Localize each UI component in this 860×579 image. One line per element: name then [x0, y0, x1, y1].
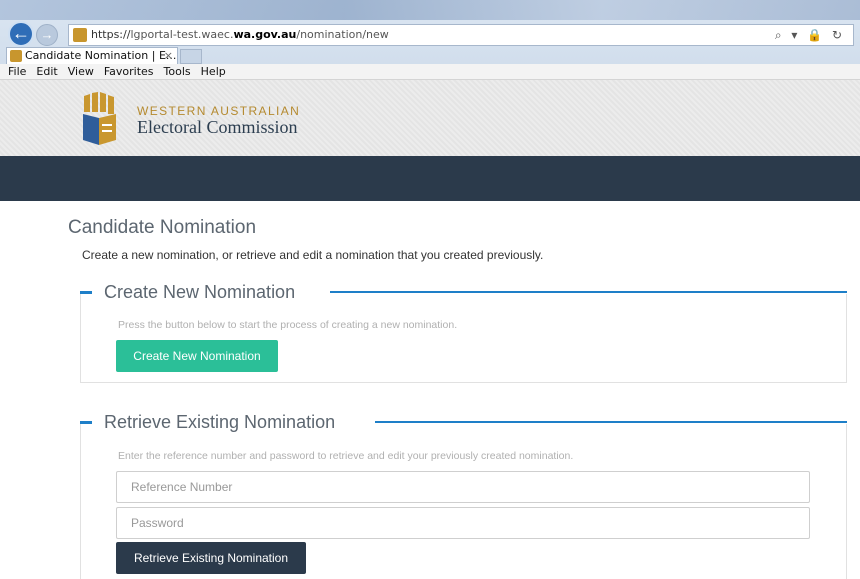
create-help-text: Press the button below to start the proc…: [118, 319, 458, 331]
menu-view[interactable]: View: [63, 64, 99, 79]
menu-file[interactable]: File: [0, 64, 31, 79]
password-input[interactable]: Password: [116, 507, 810, 539]
close-tab-icon[interactable]: ×: [164, 48, 173, 64]
address-bar[interactable]: https://lgportal-test.waec.wa.gov.au/nom…: [68, 24, 854, 46]
menu-favorites[interactable]: Favorites: [99, 64, 159, 79]
tab-favicon-icon: [10, 50, 22, 62]
window-title-bar: [0, 0, 860, 20]
retrieve-section-title: Retrieve Existing Nomination: [104, 412, 346, 432]
legend-dash: [80, 291, 92, 294]
legend-dash: [80, 421, 92, 424]
back-arrow-icon[interactable]: ←: [8, 21, 34, 47]
waec-logo-icon[interactable]: [80, 90, 118, 146]
url-host-prefix: lgportal-test.waec.: [130, 28, 234, 41]
create-section-title: Create New Nomination: [104, 282, 306, 302]
retrieve-existing-nomination-button[interactable]: Retrieve Existing Nomination: [116, 542, 306, 574]
brand-line-1: WESTERN AUSTRALIAN: [137, 104, 301, 118]
retrieve-section-legend: Retrieve Existing Nomination: [80, 412, 847, 432]
menu-help[interactable]: Help: [196, 64, 231, 79]
site-navigation-bar: [0, 156, 860, 201]
browser-tab[interactable]: Candidate Nomination | E... ×: [6, 47, 178, 64]
legend-rule: [330, 291, 847, 293]
menu-tools[interactable]: Tools: [159, 64, 196, 79]
legend-rule: [375, 421, 847, 423]
tab-strip: Candidate Nomination | E... ×: [0, 47, 860, 64]
address-bar-icons[interactable]: ⌕ ▾ 🔒 ↻: [775, 25, 845, 45]
new-tab-button[interactable]: [180, 49, 202, 64]
page-title: Candidate Nomination: [68, 217, 257, 238]
create-section-legend: Create New Nomination: [80, 282, 847, 302]
site-header: [0, 80, 860, 156]
brand-line-2: Electoral Commission: [137, 117, 298, 137]
create-new-nomination-button[interactable]: Create New Nomination: [116, 340, 278, 372]
menu-edit[interactable]: Edit: [31, 64, 62, 79]
tab-title: Candidate Nomination | E...: [25, 49, 177, 62]
retrieve-help-text: Enter the reference number and password …: [118, 450, 574, 462]
url-scheme: https://: [91, 28, 131, 41]
forward-arrow-icon[interactable]: →: [36, 24, 58, 46]
site-favicon-icon: [73, 28, 87, 42]
url-path: /nomination/new: [296, 28, 389, 41]
page-subtitle: Create a new nomination, or retrieve and…: [82, 248, 544, 262]
reference-number-input[interactable]: Reference Number: [116, 471, 810, 503]
menu-bar: File Edit View Favorites Tools Help: [0, 64, 860, 80]
url-host: wa.gov.au: [233, 28, 297, 41]
